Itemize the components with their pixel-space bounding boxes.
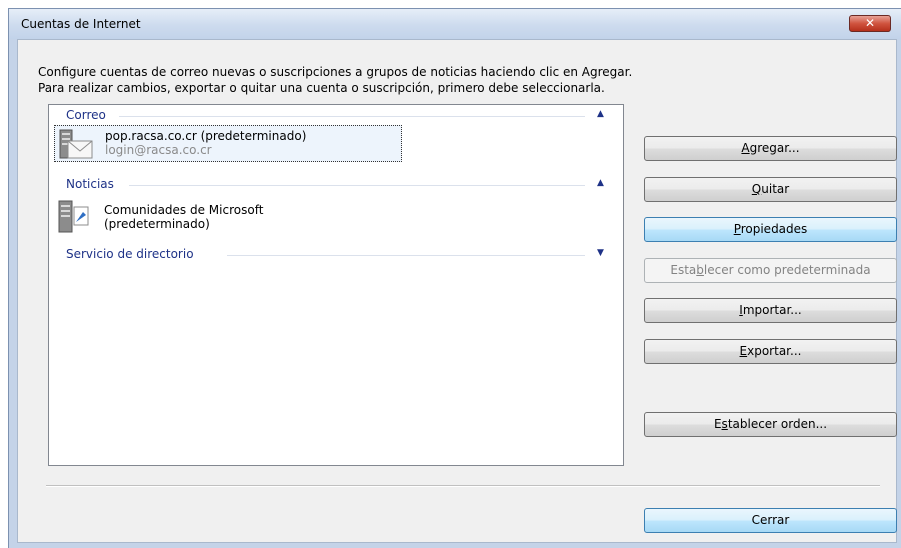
dialog-client-area: Configure cuentas de correo nuevas o sus… [17,39,897,543]
properties-button-label: ropiedades [740,222,808,236]
group-divider-correo [119,116,585,117]
account-item-news[interactable]: Comunidades de Microsoft (predeterminado… [54,197,402,237]
remove-button-label: uitar [761,182,790,196]
account-login: login@racsa.co.cr [105,143,212,157]
properties-button[interactable]: Propiedades [644,217,897,242]
group-header-correo[interactable]: Correo [66,108,106,122]
group-divider-noticias [129,185,585,186]
close-button[interactable]: Cerrar [644,508,897,533]
accounts-list[interactable]: Correo ▲ pop.racsa.co.cr (predeterminado… [48,104,624,466]
set-order-button-label: tablecer orden... [727,417,828,431]
collapse-correo-chevron-up-icon[interactable]: ▲ [597,109,604,119]
news-server-icon [58,200,89,233]
account-name: pop.racsa.co.cr (predeterminado) [105,129,307,143]
import-button-label: mportar... [742,303,802,317]
news-account-name-line1: Comunidades de Microsoft [104,203,264,217]
instruction-line-1: Configure cuentas de correo nuevas o sus… [38,65,633,79]
footer-separator [46,485,880,487]
set-order-button[interactable]: Establecer orden... [644,412,897,437]
close-icon: ✕ [864,16,876,30]
account-item-mail[interactable]: pop.racsa.co.cr (predeterminado) login@r… [54,125,402,162]
group-header-noticias[interactable]: Noticias [66,177,114,191]
import-button[interactable]: Importar... [644,298,897,323]
group-header-servicio-directorio[interactable]: Servicio de directorio [66,247,194,261]
mail-server-icon [59,129,93,159]
remove-button[interactable]: Quitar [644,177,897,202]
collapse-noticias-chevron-up-icon[interactable]: ▲ [597,178,604,188]
title-bar[interactable]: Cuentas de Internet ✕ [9,9,901,39]
dialog-window: Cuentas de Internet ✕ Configure cuentas … [8,8,901,548]
add-button-label: gregar... [749,141,800,155]
news-account-name-line2: (predeterminado) [104,217,210,231]
export-button[interactable]: Exportar... [644,339,897,364]
close-window-button[interactable]: ✕ [849,15,891,32]
set-default-button-label: lecer como predeterminada [703,263,871,277]
set-default-button[interactable]: Establecer como predeterminada [644,258,897,283]
window-title: Cuentas de Internet [21,17,141,31]
export-button-label: xportar... [747,344,802,358]
group-divider-directorio [227,255,585,256]
expand-directorio-chevron-down-icon[interactable]: ▼ [597,248,604,258]
add-button[interactable]: Agregar... [644,136,897,161]
instruction-line-2: Para realizar cambios, exportar o quitar… [38,81,605,95]
